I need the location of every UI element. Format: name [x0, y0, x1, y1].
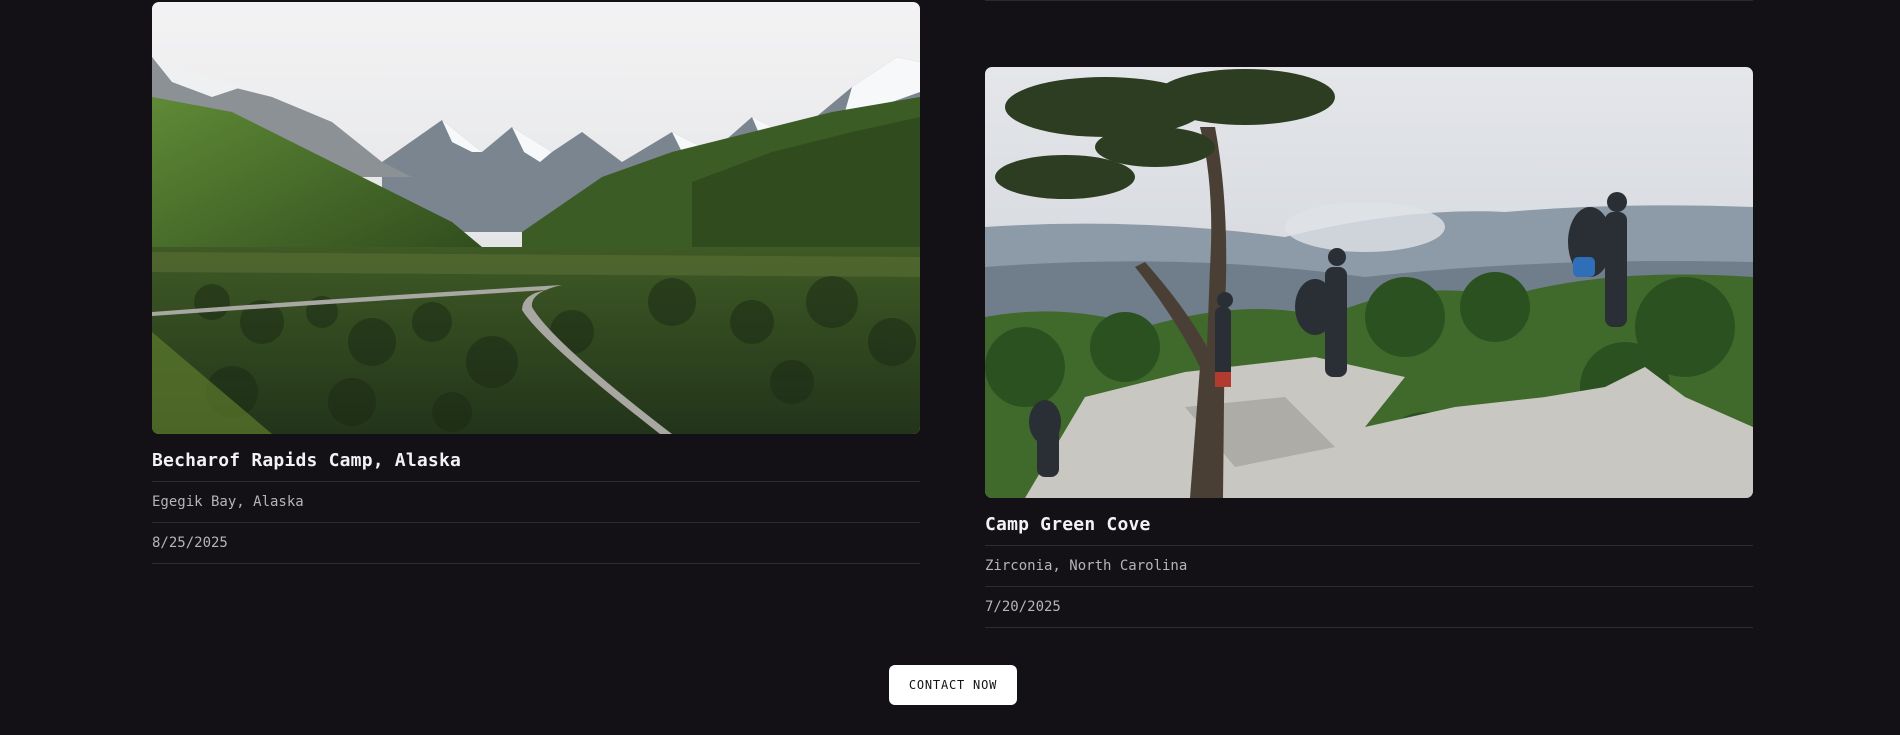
hikers-on-ridge-image	[985, 67, 1753, 498]
mountain-valley-image	[152, 2, 920, 434]
listing-date: 7/20/2025	[985, 587, 1753, 628]
listing-title[interactable]: Camp Green Cove	[985, 498, 1753, 546]
listing-location: Egegik Bay, Alaska	[152, 482, 920, 523]
listings-section: Becharof Rapids Camp, Alaska Egegik Bay,…	[0, 0, 1900, 735]
divider	[985, 0, 1753, 1]
listing-photo-hikers[interactable]	[985, 67, 1753, 498]
listing-info: Camp Green Cove Zirconia, North Carolina…	[985, 498, 1753, 628]
listing-date: 8/25/2025	[152, 523, 920, 564]
listing-photo-alaska-valley[interactable]	[152, 2, 920, 434]
contact-now-button[interactable]: CONTACT NOW	[889, 665, 1017, 705]
listing-title[interactable]: Becharof Rapids Camp, Alaska	[152, 434, 920, 482]
listing-info: Becharof Rapids Camp, Alaska Egegik Bay,…	[152, 434, 920, 564]
listing-location: Zirconia, North Carolina	[985, 546, 1753, 587]
